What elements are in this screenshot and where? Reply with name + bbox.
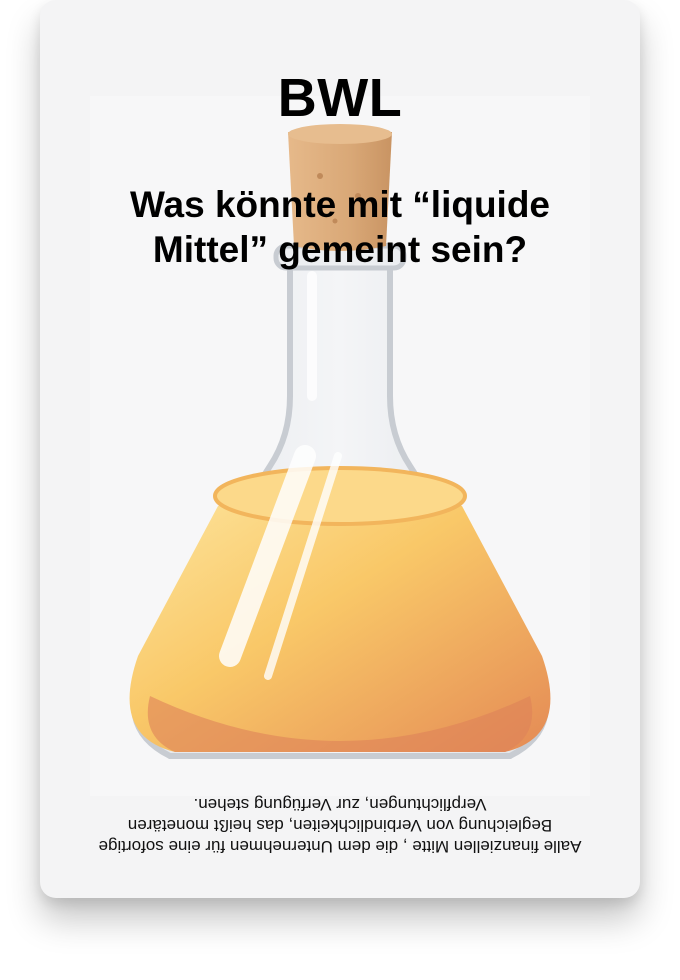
card-answer-upside-down: Aalle finanziellen Mitte , die dem Unter… <box>98 795 582 856</box>
flashcard[interactable]: BWL Was könnte mit “liquide Mittel” geme… <box>40 0 640 898</box>
card-question: Was könnte mit “liquide Mittel” gemeint … <box>129 184 551 270</box>
card-category-title: BWL <box>277 68 403 128</box>
